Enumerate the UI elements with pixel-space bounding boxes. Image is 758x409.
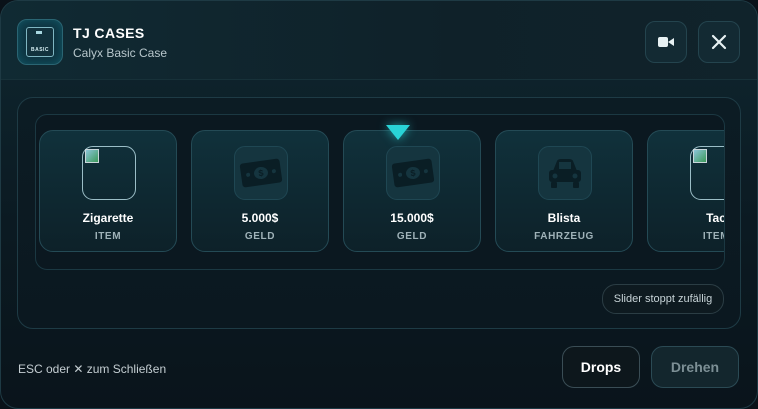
case-box-icon: BASIC — [26, 27, 54, 57]
item-name: Zigarette — [82, 211, 134, 225]
video-button[interactable] — [645, 21, 687, 63]
close-icon — [711, 34, 727, 50]
case-window: BASIC TJ CASES Calyx Basic Case Zigarett… — [0, 0, 758, 409]
item-type: GELD — [396, 231, 428, 242]
car-icon — [538, 146, 592, 200]
slider-item-5000: $ 5.000$ GELD — [191, 130, 329, 252]
close-hint: ESC oder ✕ zum Schließen — [18, 362, 167, 376]
item-name: 5.000$ — [241, 211, 279, 225]
slider-panel: Zigarette ITEM $ 5.000$ GELD $ 15.000$ G… — [17, 97, 741, 329]
item-type: FAHRZEUG — [534, 231, 594, 242]
money-icon: $ — [386, 146, 440, 200]
broken-image-icon — [690, 146, 724, 200]
case-icon-label: BASIC — [30, 47, 50, 53]
random-stop-button[interactable]: Slider stoppt zufällig — [602, 284, 724, 314]
item-type: GELD — [244, 231, 276, 242]
spin-button[interactable]: Drehen — [651, 346, 739, 388]
page-title: TJ CASES — [73, 25, 145, 41]
drops-button[interactable]: Drops — [562, 346, 640, 388]
item-name: 15.000$ — [390, 211, 434, 225]
slider-item-15000: $ 15.000$ GELD — [343, 130, 481, 252]
video-camera-icon — [658, 37, 674, 47]
item-type: ITEM — [702, 231, 724, 242]
slider-item-zigarette: Zigarette ITEM — [39, 130, 177, 252]
item-name: Tac — [706, 211, 725, 225]
slider-track: Zigarette ITEM $ 5.000$ GELD $ 15.000$ G… — [35, 114, 725, 270]
case-subtitle: Calyx Basic Case — [73, 46, 168, 60]
slider-item-blista: Blista FAHRZEUG — [495, 130, 633, 252]
money-icon: $ — [234, 146, 288, 200]
item-type: ITEM — [94, 231, 122, 242]
slider-item-partial: Tac ITEM — [647, 130, 725, 252]
broken-image-icon — [82, 146, 136, 200]
header: BASIC TJ CASES Calyx Basic Case — [1, 1, 757, 80]
close-button[interactable] — [698, 21, 740, 63]
case-icon: BASIC — [17, 19, 63, 65]
item-name: Blista — [547, 211, 581, 225]
slider-pointer-icon — [386, 125, 410, 140]
